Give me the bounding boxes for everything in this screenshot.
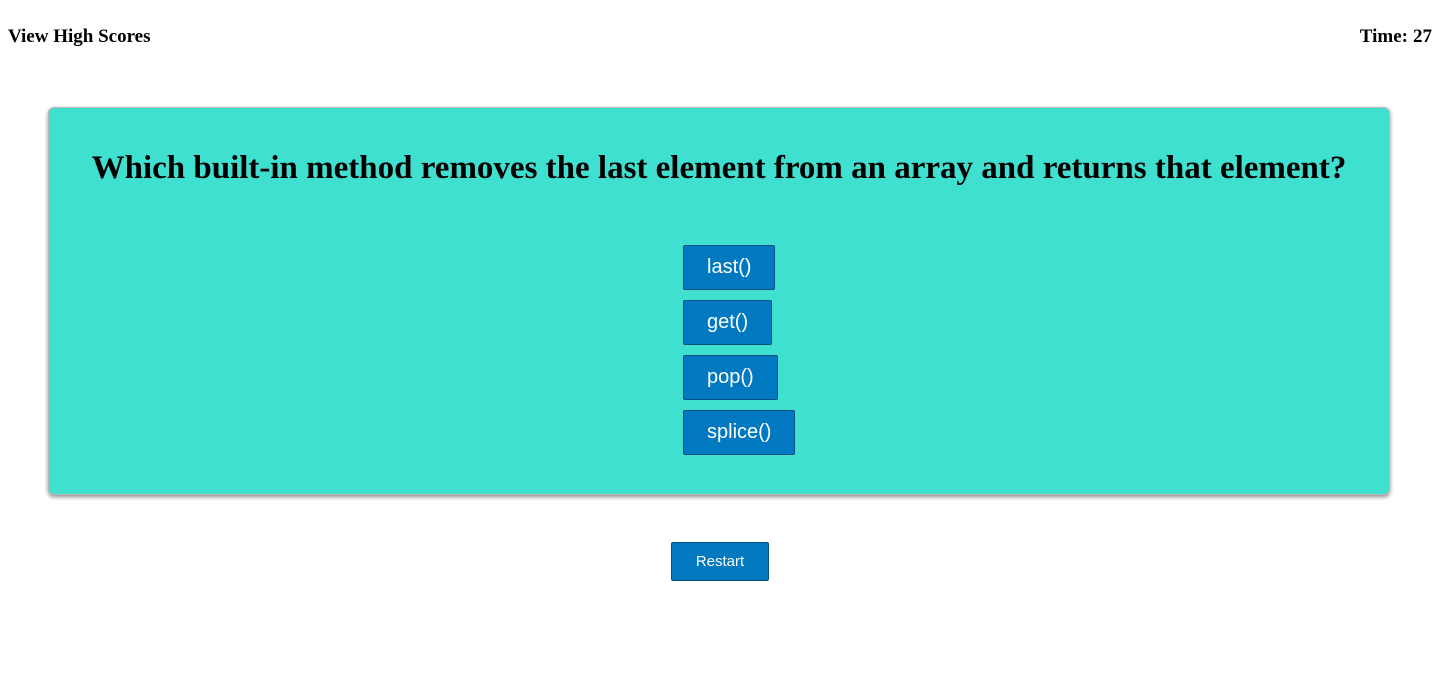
timer-label: Time: [1359,26,1408,47]
view-high-scores-link[interactable]: View High Scores [8,26,151,48]
answer-choices: last() get() pop() splice() [683,245,796,465]
question-text: Which built-in method removes the last e… [91,150,1347,186]
choice-button-splice[interactable]: splice() [683,410,796,455]
restart-button[interactable]: Restart [671,542,769,581]
quiz-card: Which built-in method removes the last e… [48,107,1390,495]
timer-value: 27 [1413,26,1432,47]
choice-button-pop[interactable]: pop() [683,355,778,400]
choice-button-get[interactable]: get() [683,300,773,345]
header: View High Scores Time: 27 [0,0,1440,80]
choice-button-last[interactable]: last() [683,245,776,290]
timer: Time: 27 [1360,26,1432,48]
